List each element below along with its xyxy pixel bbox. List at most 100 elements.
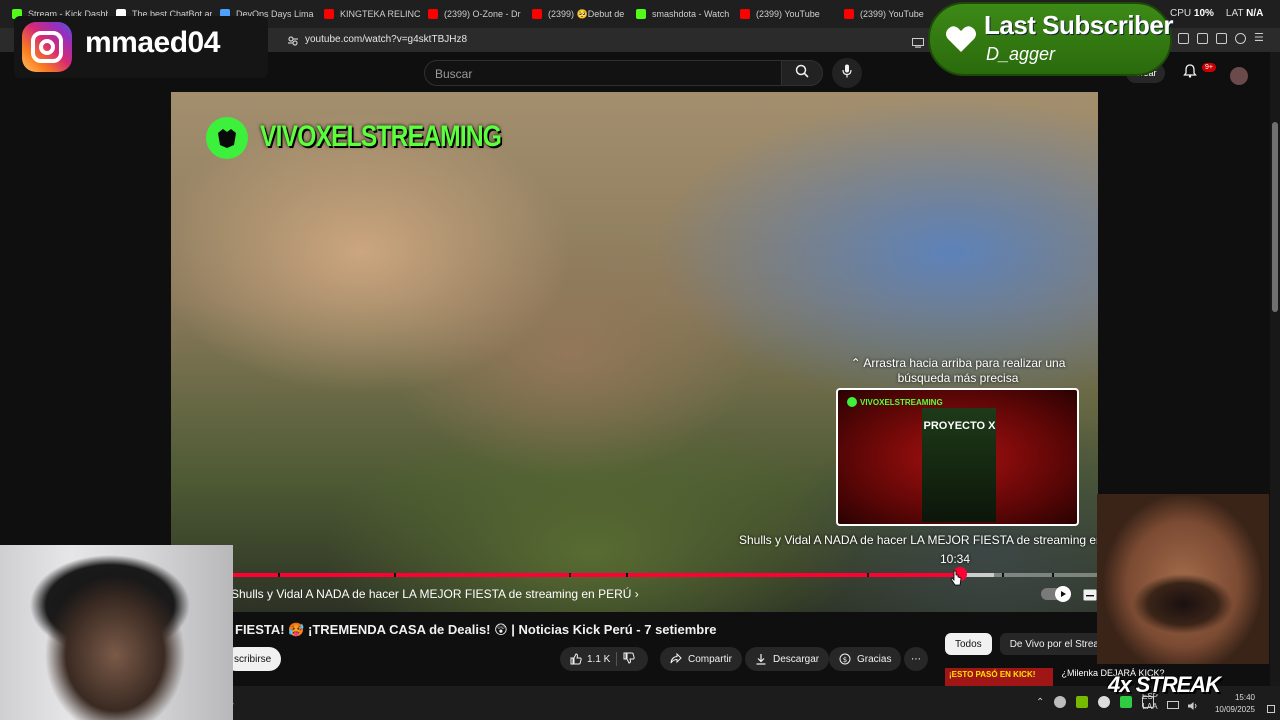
browser-tab[interactable]: (2399) 🥺Debut de bbox=[524, 0, 628, 28]
tab-label: KINGTEKA RELINCH bbox=[340, 9, 420, 19]
search-icon bbox=[795, 64, 809, 83]
progress-bar[interactable] bbox=[233, 573, 1098, 577]
shield-icon[interactable] bbox=[1235, 33, 1246, 44]
notifications-bell-icon[interactable] bbox=[1182, 63, 1197, 83]
download-label: Descargar bbox=[773, 653, 820, 665]
like-count: 1.1 K bbox=[587, 653, 611, 665]
filter-chip[interactable]: Todos bbox=[945, 633, 992, 655]
search-input[interactable]: Buscar bbox=[424, 60, 782, 86]
thanks-button[interactable]: $ Gracias bbox=[829, 647, 902, 671]
share-icon bbox=[670, 653, 682, 664]
thumbs-down-icon bbox=[623, 652, 636, 664]
dislike-button[interactable] bbox=[623, 652, 636, 667]
thanks-label: Gracias bbox=[857, 653, 892, 665]
progress-played bbox=[233, 573, 960, 577]
chapter-divider bbox=[569, 573, 571, 577]
related-thumbnail[interactable]: ¡ESTO PASÓ EN KICK! bbox=[945, 668, 1053, 686]
webcam-overlay bbox=[0, 545, 233, 720]
drag-up-search-tip: ⌃ Arrastra hacia arriba para realizar un… bbox=[840, 356, 1076, 386]
svg-text:$: $ bbox=[843, 656, 847, 664]
cpu-label: CPU bbox=[1170, 8, 1192, 19]
tab-groups-icon[interactable] bbox=[1197, 33, 1208, 44]
url-text[interactable]: youtube.com/watch?v=g4sktTBJHz8 bbox=[305, 34, 467, 45]
extensions-icon[interactable] bbox=[1216, 33, 1227, 44]
like-dislike-group: 1.1 K bbox=[560, 647, 648, 671]
thumbs-up-icon bbox=[570, 653, 582, 665]
more-actions-button[interactable]: ⋯ bbox=[904, 647, 928, 671]
like-button[interactable]: 1.1 K bbox=[570, 653, 610, 665]
tab-label: (2399) YouTube bbox=[756, 9, 820, 19]
subtitles-icon[interactable] bbox=[1083, 588, 1097, 606]
share-label: Compartir bbox=[688, 653, 732, 665]
site-info-icon[interactable] bbox=[287, 34, 299, 52]
search-button[interactable] bbox=[781, 60, 823, 86]
latency-stat: LAT N/A bbox=[1226, 8, 1263, 19]
scrollbar-thumb[interactable] bbox=[1272, 122, 1278, 312]
monitor-icon[interactable] bbox=[1167, 698, 1179, 716]
instagram-handle: mmaed04 bbox=[85, 26, 220, 59]
browser-tab[interactable]: (2399) YouTube bbox=[836, 0, 940, 28]
thumbnail-title-text: PROYECTO X bbox=[923, 420, 996, 432]
voice-search-button[interactable] bbox=[832, 58, 862, 88]
download-icon bbox=[756, 654, 766, 665]
cpu-stat: CPU 10% bbox=[1170, 8, 1214, 19]
drag-tip-text: Arrastra hacia arriba para realizar una … bbox=[863, 356, 1066, 385]
download-button[interactable]: Descargar bbox=[745, 647, 830, 671]
latency-value: N/A bbox=[1246, 8, 1264, 19]
nvidia-icon[interactable] bbox=[1076, 696, 1089, 708]
clock-date: 10/09/2025 bbox=[1214, 705, 1255, 714]
page-scrollbar[interactable] bbox=[1270, 52, 1280, 686]
microphone-icon bbox=[842, 64, 852, 83]
lang-secondary: LAA bbox=[1142, 702, 1158, 711]
tab-favicon-icon bbox=[740, 9, 750, 19]
tab-favicon-icon bbox=[532, 9, 542, 19]
browser-tab[interactable]: (2399) YouTube bbox=[732, 0, 836, 28]
browser-toolbar-icons: ☰ bbox=[1178, 33, 1264, 44]
cast-icon[interactable] bbox=[912, 35, 924, 53]
last-subscriber-title: Last Subscriber bbox=[984, 10, 1174, 40]
tab-favicon-icon bbox=[324, 9, 334, 19]
chapter-divider bbox=[278, 573, 280, 577]
last-subscriber-name: D_agger bbox=[986, 44, 1056, 64]
chapter-label-text: Shulls y Vidal A NADA de hacer LA MEJOR … bbox=[231, 587, 632, 601]
channel-watermark-text: VIVOXELSTREAMING bbox=[260, 120, 502, 153]
notification-center-icon[interactable] bbox=[1267, 700, 1275, 718]
video-title: FIESTA! 🥵 ¡TREMENDA CASA de Dealis! 😲 | … bbox=[235, 622, 717, 637]
heart-icon bbox=[945, 24, 977, 59]
latency-label: LAT bbox=[1225, 8, 1244, 19]
browser-tab[interactable]: KINGTEKA RELINCH bbox=[316, 0, 420, 28]
browser-tab[interactable]: (2399) O-Zone - Dr bbox=[420, 0, 524, 28]
more-horizontal-icon: ⋯ bbox=[911, 653, 921, 665]
browser-tab[interactable]: smashdota - Watch bbox=[628, 0, 732, 28]
reaction-meme-image bbox=[1097, 494, 1269, 664]
chapter-label[interactable]: Shulls y Vidal A NADA de hacer LA MEJOR … bbox=[231, 587, 639, 601]
instagram-icon bbox=[22, 22, 72, 72]
chapter-divider bbox=[394, 573, 396, 577]
performance-stats-panel: CPU 10% LAT N/A bbox=[1170, 8, 1263, 19]
hover-timestamp: 10:34 bbox=[940, 552, 971, 566]
user-avatar[interactable] bbox=[1230, 67, 1248, 85]
mouse-cursor-icon bbox=[950, 570, 962, 591]
tray-expand-icon[interactable]: ⌃ bbox=[1036, 697, 1044, 708]
share-button[interactable]: Compartir bbox=[660, 647, 742, 671]
autoplay-toggle[interactable] bbox=[1041, 586, 1071, 602]
speaker-icon[interactable] bbox=[1187, 698, 1199, 716]
chapter-divider bbox=[867, 573, 869, 577]
hover-chapter-title: Shulls y Vidal A NADA de hacer LA MEJOR … bbox=[739, 533, 1140, 547]
tab-label: (2399) O-Zone - Dr bbox=[444, 9, 521, 19]
cpu-value: 10% bbox=[1193, 8, 1214, 19]
divider bbox=[616, 652, 618, 666]
seek-preview-thumbnail: VIVOXELSTREAMING PROYECTO X bbox=[836, 388, 1079, 526]
tab-favicon-icon bbox=[428, 9, 438, 19]
tab-favicon-icon bbox=[844, 9, 854, 19]
channel-watermark-logo bbox=[206, 117, 248, 159]
autoplay-knob bbox=[1055, 586, 1071, 602]
streak-counter: 4x STREAK bbox=[1108, 672, 1221, 697]
tab-label: smashdota - Watch bbox=[652, 9, 730, 19]
tab-label: (2399) YouTube bbox=[860, 9, 924, 19]
onedrive-icon[interactable] bbox=[1054, 696, 1067, 708]
sidebar-icon[interactable] bbox=[1178, 33, 1189, 44]
tab-label: (2399) 🥺Debut de bbox=[548, 8, 625, 19]
chapter-divider bbox=[1052, 573, 1054, 577]
menu-icon[interactable]: ☰ bbox=[1254, 33, 1264, 44]
